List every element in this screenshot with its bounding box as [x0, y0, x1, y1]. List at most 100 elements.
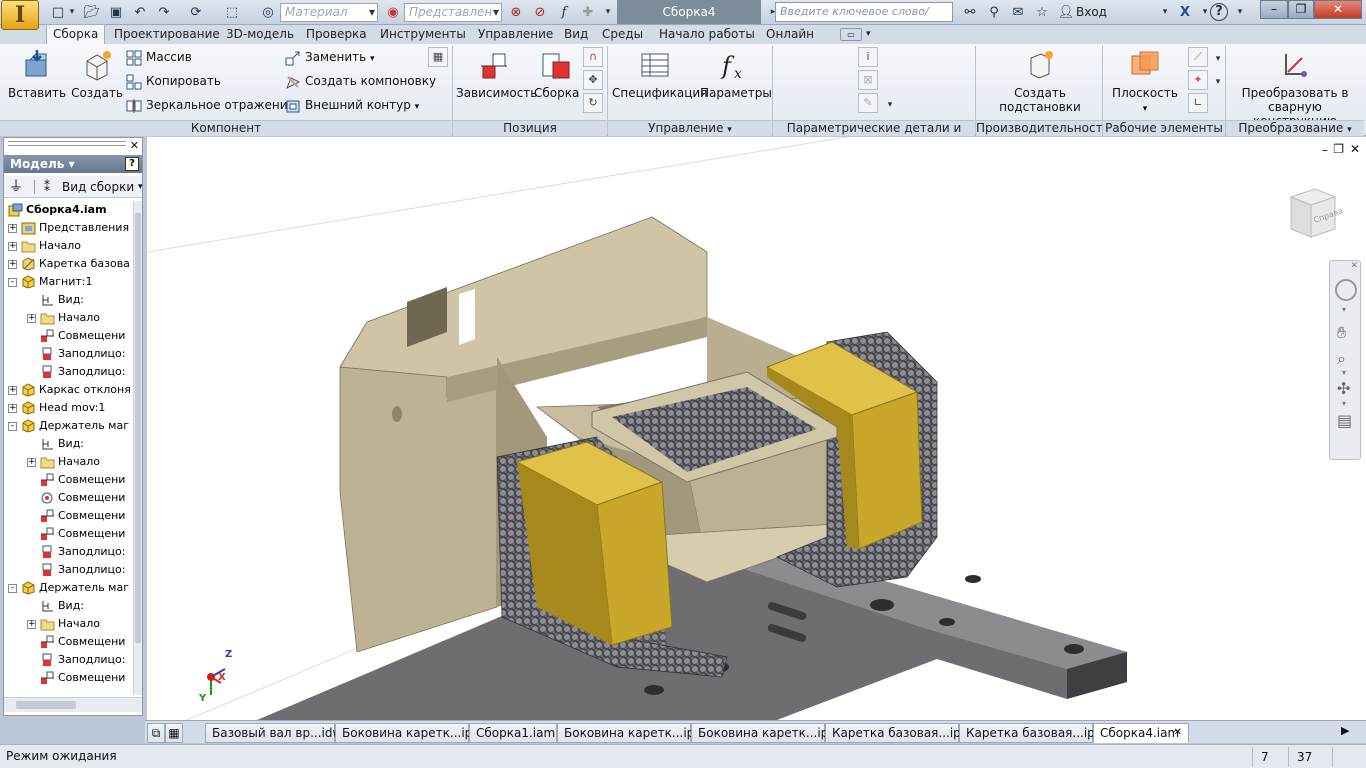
exchange-x-icon[interactable]: X	[1175, 3, 1195, 22]
clear-appearance-icon[interactable]: ⊗	[506, 3, 526, 22]
browser-help-icon[interactable]: ?	[125, 157, 139, 171]
tab-getting-started[interactable]: Начало работы	[659, 25, 755, 44]
tree-node[interactable]: Совмещени	[27, 633, 125, 651]
help-icon[interactable]: ?	[1210, 3, 1228, 21]
convert-panel-dropdown-icon[interactable]: ▾	[1347, 125, 1352, 135]
look-at-icon[interactable]: ▤	[1337, 411, 1352, 430]
globe-icon[interactable]: ◎	[258, 3, 278, 22]
tree-node[interactable]: Совмещени	[27, 525, 125, 543]
tree-node[interactable]: Совмещени	[27, 507, 125, 525]
create-substitute-button[interactable]: Создать подстановки ▾	[996, 48, 1084, 130]
tab-inspect[interactable]: Проверка	[306, 25, 367, 44]
tree-node[interactable]: + Начало	[27, 615, 100, 633]
representation-combo[interactable]: Представлен	[404, 3, 502, 22]
close-tab-icon[interactable]: ✕	[1174, 724, 1182, 742]
document-tab[interactable]: Сборка4.iam ✕	[1093, 723, 1189, 743]
hscroll-thumb[interactable]	[16, 701, 76, 709]
app-menu-button[interactable]: I	[1, 0, 39, 30]
tree-expander-icon[interactable]: +	[8, 241, 17, 251]
document-tab[interactable]: Каретка базовая...ipt	[959, 723, 1100, 743]
browser-view-mode[interactable]: Вид сборки	[62, 176, 134, 198]
document-tab[interactable]: Базовый вал вр...idw	[205, 723, 342, 743]
outer-contour-dropdown-icon[interactable]: ▾	[415, 102, 420, 112]
status-resize-grip[interactable]	[1332, 747, 1362, 767]
help-dropdown-icon[interactable]: ▾	[1230, 3, 1250, 22]
tree-expander-icon[interactable]: +	[8, 259, 17, 269]
parameters-button[interactable]: fx Параметры	[700, 48, 772, 100]
tree-node[interactable]: + Начало	[27, 309, 100, 327]
update-icon[interactable]: ⟳	[186, 3, 206, 22]
bom-grid-icon[interactable]: ▦	[428, 47, 448, 67]
plane-dropdown-icon[interactable]: ▾	[1143, 104, 1148, 114]
orbit-icon[interactable]: ✣	[1337, 379, 1350, 398]
select-mode-icon[interactable]: ⬚	[222, 3, 242, 22]
panel-title-convert[interactable]: Преобразование ▾	[1226, 120, 1364, 136]
tab-assembly[interactable]: Сборка	[46, 24, 106, 45]
array-button[interactable]: Массив	[126, 47, 192, 67]
tab-view[interactable]: Вид	[564, 25, 588, 44]
constraint-button[interactable]: Зависимость	[456, 48, 537, 100]
browser-close-icon[interactable]: ✕	[130, 139, 139, 152]
clear-override-icon[interactable]: ⊘	[530, 3, 550, 22]
tree-node[interactable]: Совмещени	[27, 489, 125, 507]
tree-node[interactable]: + Каркас отклоня	[8, 381, 131, 399]
tree-expander-icon[interactable]: -	[8, 583, 17, 593]
document-tab[interactable]: Каретка базовая...ipt	[825, 723, 966, 743]
plane-button[interactable]: Плоскость ▾	[1110, 48, 1180, 116]
undo-icon[interactable]: ↶	[130, 3, 150, 22]
tree-node[interactable]: Совмещени	[27, 327, 125, 345]
replace-button[interactable]: Заменить ▾	[285, 47, 375, 67]
viewcube[interactable]: Справа	[1285, 185, 1344, 241]
tree-node[interactable]: Вид:	[27, 435, 84, 453]
tab-design[interactable]: Проектирование	[114, 25, 220, 44]
tree-expander-icon[interactable]: +	[8, 223, 17, 233]
ribbon-minimize-icon[interactable]: ▭	[840, 28, 862, 41]
zoom-dropdown-icon[interactable]: ▾	[1342, 368, 1346, 377]
cascade-windows-icon[interactable]: ▦	[165, 723, 183, 743]
bom-button[interactable]: Спецификация	[612, 48, 707, 100]
customize-dropdown-icon[interactable]: ▾	[598, 3, 618, 22]
tab-online[interactable]: Онлайн	[766, 25, 814, 44]
save-icon[interactable]: ▣	[106, 3, 126, 22]
tile-windows-icon[interactable]: ⧉	[147, 723, 165, 743]
browser-header[interactable]: Модель ▾ ?	[4, 155, 142, 173]
tree-node[interactable]: + Начало	[8, 237, 81, 255]
tab-3d-model[interactable]: 3D-модель	[226, 25, 294, 44]
tree-node[interactable]: Совмещени	[27, 669, 125, 687]
plus-icon[interactable]: ✚	[578, 3, 598, 22]
steering-dropdown-icon[interactable]: ▾	[1342, 305, 1346, 314]
tree-node[interactable]: Заподлицо:	[27, 345, 125, 363]
appearance-icon[interactable]: ◉	[383, 3, 403, 22]
tree-node[interactable]: - Держатель маг	[8, 579, 129, 597]
outer-contour-button[interactable]: Внешний контур ▾	[285, 95, 419, 115]
tree-expander-icon[interactable]: +	[8, 403, 17, 413]
tree-node[interactable]: + Представления	[8, 219, 129, 237]
ucs-icon[interactable]: ∟	[1188, 93, 1208, 113]
favorites-star-icon[interactable]: ☆	[1032, 3, 1052, 22]
browser-horizontal-scrollbar[interactable]	[4, 697, 142, 712]
scroll-thumb[interactable]	[135, 213, 141, 643]
tree-expander-icon[interactable]: +	[27, 457, 36, 467]
tab-environments[interactable]: Среды	[602, 25, 643, 44]
minimize-window-button[interactable]: –	[1260, 0, 1288, 19]
maximize-window-button[interactable]: ❐	[1288, 0, 1314, 19]
user-icon[interactable]: 👤︎	[1056, 3, 1076, 22]
joint-icon[interactable]: ∩	[583, 47, 603, 67]
tree-node[interactable]: Вид:	[27, 291, 84, 309]
browser-vertical-scrollbar[interactable]	[133, 201, 142, 695]
tree-node[interactable]: - Держатель маг	[8, 417, 129, 435]
tree-node[interactable]: Заподлицо:	[27, 543, 125, 561]
ipart-author-icon[interactable]: ⅰ	[858, 47, 878, 67]
ribbon-options-dropdown-icon[interactable]: ▾	[866, 25, 871, 44]
signin-dropdown-icon[interactable]: ▾	[1155, 3, 1175, 22]
graphics-viewport[interactable]: – ❐ ✕ Справа ✕ ▾ ✋︎ ⌕ ▾ ✣ ▾ ▤ Z X Y	[147, 137, 1366, 720]
insert-button[interactable]: Вставить	[8, 48, 66, 100]
create-button[interactable]: Создать	[70, 48, 124, 100]
pan-hand-icon[interactable]: ✋︎	[1337, 323, 1346, 343]
tree-node[interactable]: Заподлицо:	[27, 363, 125, 381]
document-tab[interactable]: Боковина каретк...ipt	[557, 723, 699, 743]
tree-expander-icon[interactable]: -	[8, 421, 17, 431]
subscription-icon[interactable]: ⚲	[984, 3, 1004, 22]
navbar-close-icon[interactable]: ✕	[1350, 261, 1358, 271]
orbit-dropdown-icon[interactable]: ▾	[1342, 399, 1346, 408]
